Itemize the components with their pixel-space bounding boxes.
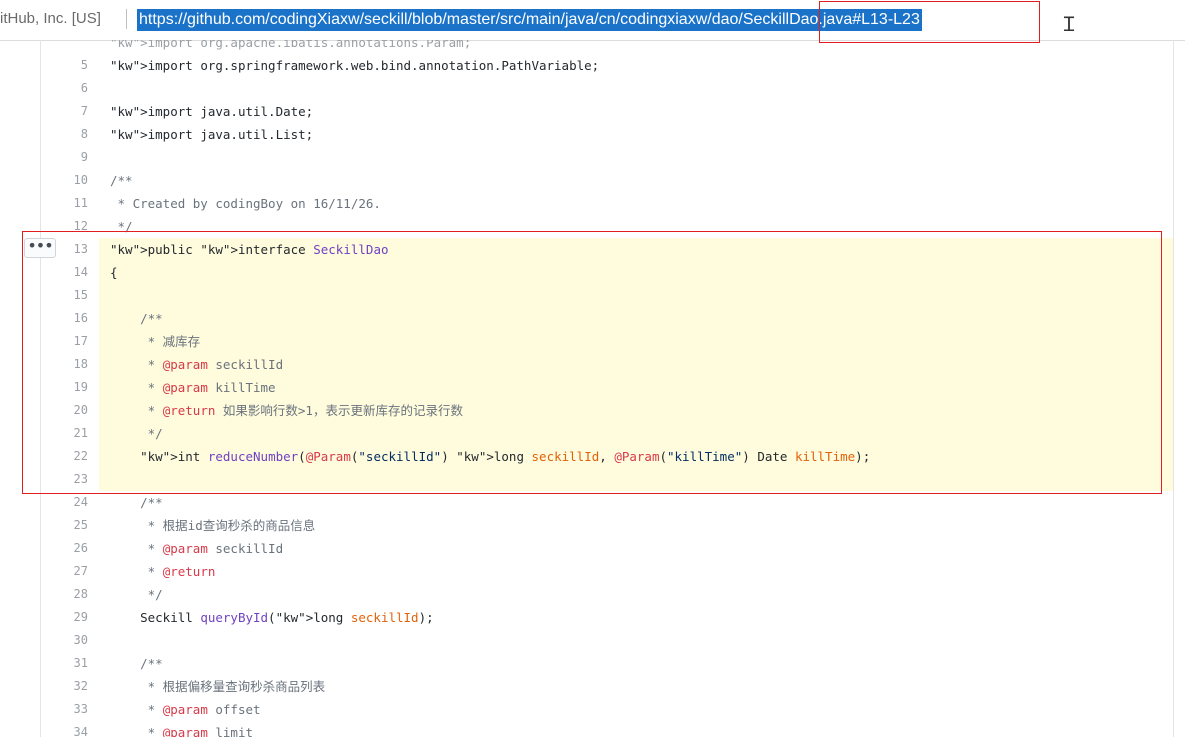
code-line: "kw">import org.apache.ibatis.annotation… — [41, 40, 1173, 54]
line-number[interactable]: 11 — [41, 192, 88, 215]
code-text: "kw">import org.springframework.web.bind… — [110, 58, 600, 73]
code-text: /** — [110, 495, 163, 510]
certificate-label[interactable]: itHub, Inc. [US] — [0, 10, 101, 27]
line-actions-button[interactable]: ••• — [24, 238, 56, 258]
line-number[interactable]: 26 — [41, 537, 88, 560]
code-line: 33 * @param offset — [41, 698, 1173, 721]
address-bar: itHub, Inc. [US] https://github.com/codi… — [0, 0, 1185, 43]
code-line: 22 "kw">int reduceNumber(@Param("seckill… — [74, 445, 1173, 468]
code-line: 16 /** — [74, 307, 1173, 330]
line-number[interactable]: 31 — [41, 652, 88, 675]
line-number[interactable]: 29 — [41, 606, 88, 629]
code-text: * @param offset — [110, 702, 261, 717]
code-line: 12 */ — [41, 215, 1173, 238]
code-line: 28 */ — [41, 583, 1173, 606]
line-number[interactable]: 25 — [41, 514, 88, 537]
code-line: 26 * @param seckillId — [41, 537, 1173, 560]
code-line: 25 * 根据id查询秒杀的商品信息 — [41, 514, 1173, 537]
text-cursor-icon: Ｉ — [1059, 12, 1079, 36]
code-view: "kw">import org.apache.ibatis.annotation… — [40, 40, 1174, 737]
code-text: "kw">import org.apache.ibatis.annotation… — [110, 40, 472, 50]
code-text: * 根据偏移量查询秒杀商品列表 — [110, 679, 326, 694]
line-number[interactable]: 14 — [41, 261, 88, 284]
code-line: 9 — [41, 146, 1173, 169]
code-lines: "kw">import org.apache.ibatis.annotation… — [41, 40, 1173, 737]
code-line: 32 * 根据偏移量查询秒杀商品列表 — [41, 675, 1173, 698]
code-text: * @param killTime — [110, 380, 276, 395]
line-number[interactable]: 22 — [41, 445, 88, 468]
code-line: 6 — [41, 77, 1173, 100]
code-line: 31 /** — [41, 652, 1173, 675]
code-line: 34 * @param limit — [41, 721, 1173, 737]
code-line: 23 — [74, 468, 1173, 491]
code-line: 18 * @param seckillId — [74, 353, 1173, 376]
line-number[interactable]: 23 — [41, 468, 88, 491]
line-number[interactable]: 28 — [41, 583, 88, 606]
code-line: 19 * @param killTime — [74, 376, 1173, 399]
code-line: 17 * 减库存 — [74, 330, 1173, 353]
code-line: 10 /** — [41, 169, 1173, 192]
code-line: 30 — [41, 629, 1173, 652]
code-text: "kw">public "kw">interface SeckillDao — [110, 242, 389, 257]
line-number[interactable]: 27 — [41, 560, 88, 583]
line-number[interactable]: 20 — [41, 399, 88, 422]
code-line: 24 /** — [41, 491, 1173, 514]
code-text: * @return 如果影响行数>1，表示更新库存的记录行数 — [110, 403, 463, 418]
code-text: Seckill queryById("kw">long seckillId); — [110, 610, 434, 625]
line-number[interactable]: 10 — [41, 169, 88, 192]
code-text: /** — [110, 656, 163, 671]
line-number[interactable]: 15 — [41, 284, 88, 307]
line-number[interactable]: 18 — [41, 353, 88, 376]
line-number[interactable]: 30 — [41, 629, 88, 652]
line-number[interactable]: 34 — [41, 721, 88, 737]
line-number[interactable]: 9 — [41, 146, 88, 169]
code-text: /** — [110, 173, 133, 188]
url-annotation-box — [819, 1, 1040, 43]
code-text: * @param seckillId — [110, 357, 284, 372]
code-text: * @param seckillId — [110, 541, 284, 556]
code-line: 21 */ — [74, 422, 1173, 445]
line-number[interactable]: 16 — [41, 307, 88, 330]
code-line: 5 "kw">import org.springframework.web.bin… — [41, 54, 1173, 77]
code-text: { — [110, 265, 118, 280]
code-text: "kw">import java.util.List; — [110, 127, 314, 142]
line-number[interactable]: 19 — [41, 376, 88, 399]
code-line: 27 * @return — [41, 560, 1173, 583]
code-text: */ — [110, 587, 163, 602]
line-number[interactable]: 21 — [41, 422, 88, 445]
code-text: "kw">import java.util.Date; — [110, 104, 314, 119]
code-text: * 根据id查询秒杀的商品信息 — [110, 518, 316, 533]
line-number[interactable]: 24 — [41, 491, 88, 514]
code-text: */ — [110, 219, 133, 234]
code-line: 14{ — [74, 261, 1173, 284]
code-text: * @return — [110, 564, 216, 579]
code-line: 11 * Created by codingBoy on 16/11/26. — [41, 192, 1173, 215]
line-number[interactable]: 33 — [41, 698, 88, 721]
code-text: /** — [110, 311, 163, 326]
line-number[interactable]: 5 — [41, 54, 88, 77]
line-number[interactable]: 32 — [41, 675, 88, 698]
code-line: 20 * @return 如果影响行数>1，表示更新库存的记录行数 — [74, 399, 1173, 422]
code-line: 13 "kw">public "kw">interface SeckillDao — [74, 238, 1173, 261]
line-number[interactable]: 8 — [41, 123, 88, 146]
code-line: 15 — [74, 284, 1173, 307]
line-number[interactable]: 7 — [41, 100, 88, 123]
code-text: * Created by codingBoy on 16/11/26. — [110, 196, 381, 211]
code-text: * @param limit — [110, 725, 253, 737]
code-line: 29 Seckill queryById("kw">long seckillId… — [41, 606, 1173, 629]
url-input[interactable]: https://github.com/codingXiaxw/seckill/b… — [137, 9, 922, 31]
code-line: 7 "kw">import java.util.Date; — [41, 100, 1173, 123]
code-text: * 减库存 — [110, 334, 201, 349]
line-number[interactable]: 17 — [41, 330, 88, 353]
code-text: */ — [110, 426, 163, 441]
code-text: "kw">int reduceNumber(@Param("seckillId"… — [140, 449, 871, 464]
address-divider — [126, 9, 127, 29]
code-line: 8 "kw">import java.util.List; — [41, 123, 1173, 146]
line-number[interactable]: 6 — [41, 77, 88, 100]
line-number[interactable]: 12 — [41, 215, 88, 238]
